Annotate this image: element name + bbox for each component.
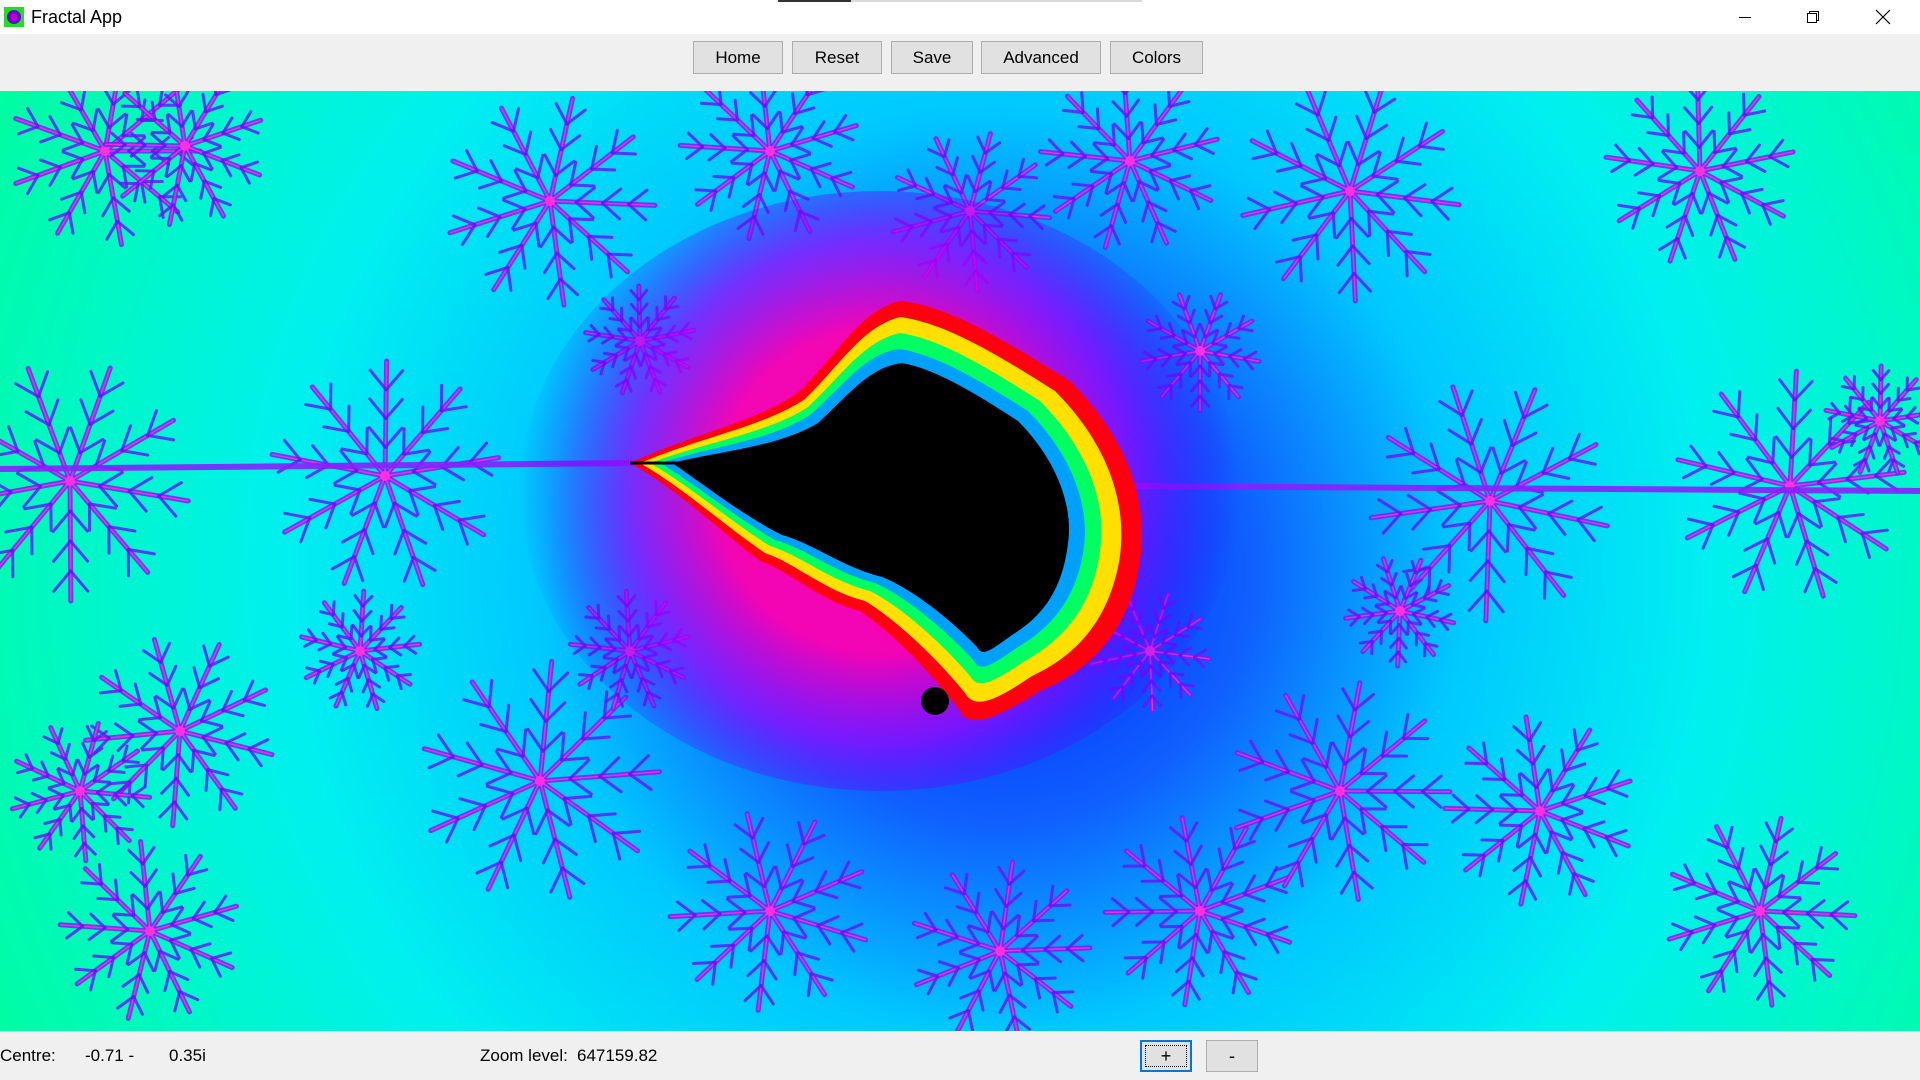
zoom-out-button[interactable]: -	[1206, 1040, 1258, 1072]
title-bar: Fractal App	[0, 0, 1920, 34]
zoom-level-value: 647159.82	[577, 1046, 658, 1065]
reset-button[interactable]: Reset	[792, 41, 882, 74]
colors-button[interactable]: Colors	[1110, 41, 1203, 74]
centre-imag-value: 0.35i	[169, 1046, 206, 1065]
save-button[interactable]: Save	[891, 41, 973, 74]
status-bar: Centre: -0.71 - 0.35i Zoom level: 647159…	[0, 1031, 1920, 1080]
centre-label: Centre:	[0, 1046, 56, 1065]
advanced-button[interactable]: Advanced	[981, 41, 1101, 74]
focus-rectangle	[1145, 1045, 1187, 1067]
close-button[interactable]	[1848, 0, 1918, 34]
window-title: Fractal App	[31, 7, 123, 27]
restore-button[interactable]	[1778, 0, 1848, 34]
restore-icon	[1807, 11, 1819, 23]
title-progress-indicator	[778, 0, 1142, 2]
mandelbrot-image	[0, 91, 1920, 1031]
zoom-in-button[interactable]: +	[1140, 1040, 1192, 1072]
close-icon	[1875, 9, 1891, 25]
centre-real-value: -0.71 -	[85, 1046, 135, 1065]
fractal-app-icon	[4, 7, 24, 27]
fractal-canvas[interactable]	[0, 91, 1920, 1031]
minimize-button[interactable]	[1710, 0, 1780, 34]
home-button[interactable]: Home	[693, 41, 783, 74]
toolbar: Home Reset Save Advanced Colors	[0, 34, 1920, 91]
zoom-level-label: Zoom level:	[480, 1046, 568, 1065]
minimize-icon	[1739, 17, 1751, 18]
